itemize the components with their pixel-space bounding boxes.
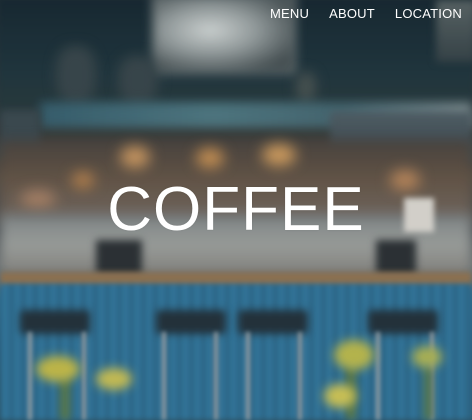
- background-chalkboard: [330, 112, 472, 164]
- background-espresso-machine: [376, 240, 416, 276]
- background-espresso-machine: [96, 240, 142, 276]
- background-stool-leg: [430, 332, 434, 420]
- hero-section: MENU ABOUT LOCATION COFFEE: [0, 0, 472, 420]
- background-light: [262, 144, 296, 166]
- background-shelf: [40, 102, 472, 128]
- background-bar-front: [0, 284, 472, 420]
- background-light: [196, 148, 224, 168]
- background-plant-stem: [346, 366, 356, 420]
- nav-link-menu[interactable]: MENU: [270, 7, 309, 21]
- background-countertop: [0, 272, 472, 286]
- background-stool-leg: [214, 332, 218, 420]
- background-plant-stem: [60, 376, 70, 420]
- background-flowers: [36, 356, 80, 382]
- background-person: [118, 56, 158, 104]
- background-stool-leg: [376, 332, 380, 420]
- background-stool-leg: [28, 332, 32, 420]
- background-plant-stem: [424, 366, 432, 420]
- background-stool: [156, 310, 226, 334]
- background-stool-leg: [298, 332, 302, 420]
- nav-link-location[interactable]: LOCATION: [395, 7, 462, 21]
- background-person: [296, 72, 316, 102]
- background-light: [120, 146, 150, 168]
- background-flowers: [334, 340, 374, 370]
- background-chalkboard: [0, 110, 40, 158]
- background-stool-leg: [82, 332, 86, 420]
- background-flowers: [324, 384, 356, 408]
- background-stool-leg: [246, 332, 250, 420]
- hero-title: COFFEE: [107, 175, 365, 244]
- background-stool: [368, 310, 438, 334]
- background-flowers: [96, 368, 132, 390]
- background-person: [56, 46, 96, 104]
- background-flowers: [412, 346, 442, 368]
- nav-link-about[interactable]: ABOUT: [329, 7, 375, 21]
- top-nav: MENU ABOUT LOCATION: [270, 7, 462, 21]
- background-stool: [20, 310, 90, 334]
- background-stool-leg: [162, 332, 166, 420]
- background-stool: [238, 310, 308, 334]
